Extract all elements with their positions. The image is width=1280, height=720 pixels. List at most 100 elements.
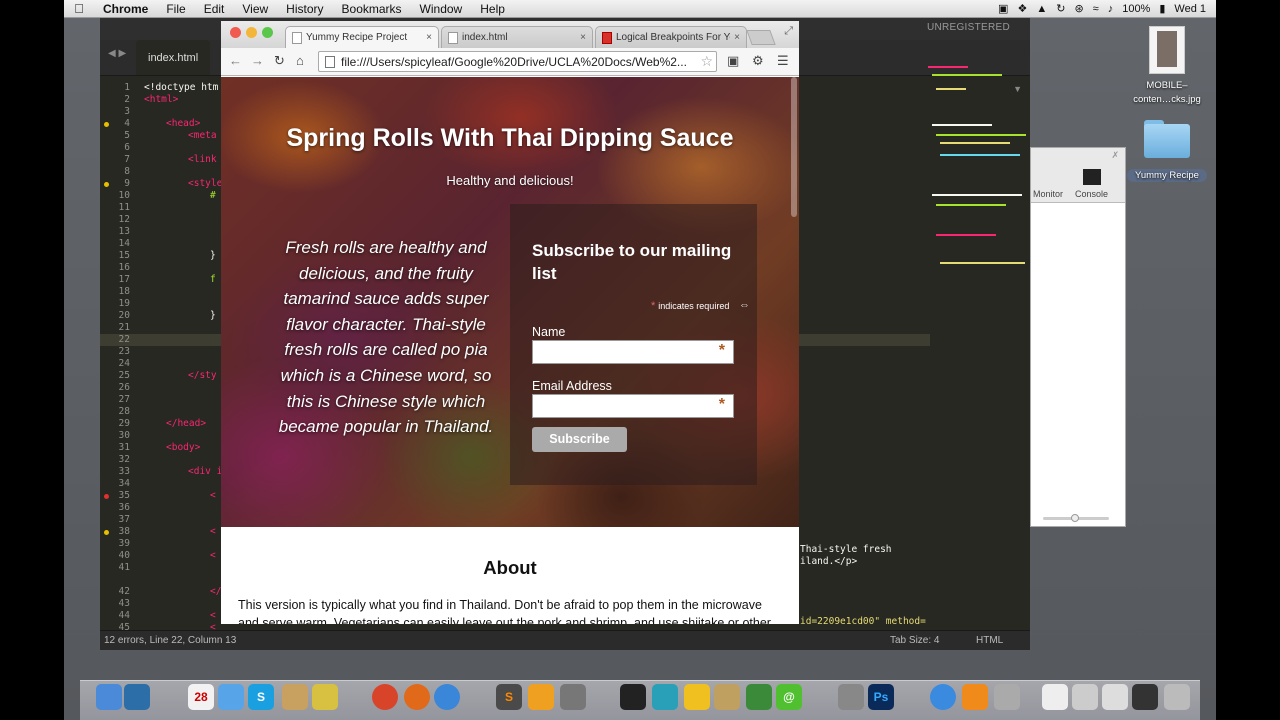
code-brace[interactable]: }	[210, 310, 216, 321]
screen-record-icon[interactable]: ▣	[998, 2, 1008, 15]
console-label[interactable]: Console	[1075, 189, 1108, 199]
screenshots-stack-icon[interactable]	[1132, 684, 1158, 710]
console-icon[interactable]	[1083, 169, 1101, 185]
wifi-icon[interactable]: ≈	[1093, 3, 1099, 15]
extension-icon[interactable]: ▣	[727, 53, 739, 69]
tab-close-icon[interactable]: ×	[734, 32, 740, 43]
page-scrollbar[interactable]	[791, 77, 797, 217]
sublime-text-icon[interactable]: S	[496, 684, 522, 710]
menu-file[interactable]: File	[157, 2, 194, 16]
sublime-tab-index[interactable]: index.html	[136, 40, 211, 75]
code-selector[interactable]: #	[210, 190, 216, 201]
code-style-close[interactable]: </sty	[188, 370, 217, 381]
code-right-fragment[interactable]: id=2209e1cd00" method=	[800, 616, 926, 627]
system-prefs-icon[interactable]	[994, 684, 1020, 710]
contacts-icon[interactable]	[282, 684, 308, 710]
panel-zoom-slider[interactable]	[1043, 514, 1109, 522]
downloads-stack-icon[interactable]	[1072, 684, 1098, 710]
code-right-fragment[interactable]: iland.</p>	[800, 556, 857, 567]
dropbox-icon[interactable]: ❖	[1017, 2, 1027, 15]
code-fragment[interactable]: f	[210, 274, 216, 285]
code-tag[interactable]: <	[210, 550, 216, 561]
folder-icon[interactable]	[1142, 118, 1192, 160]
tab-close-icon[interactable]: ×	[580, 32, 586, 43]
menu-app-name[interactable]: Chrome	[94, 2, 157, 16]
chrome-icon[interactable]	[372, 684, 398, 710]
slider-knob[interactable]	[1071, 514, 1079, 522]
safari-icon[interactable]	[434, 684, 460, 710]
file-label[interactable]: MOBILE–	[1127, 80, 1207, 91]
sequel-pro-icon[interactable]	[714, 684, 740, 710]
new-tab-button[interactable]	[746, 30, 776, 45]
name-input[interactable]: *	[532, 340, 734, 364]
code-doctype[interactable]: <!doctype htm	[144, 82, 218, 93]
time-machine-icon[interactable]: ↻	[1056, 2, 1065, 15]
tab-logical-breakpoints[interactable]: Logical Breakpoints For Yo ×	[595, 26, 747, 48]
document-stack-icon[interactable]	[1042, 684, 1068, 710]
itunes-icon[interactable]	[930, 684, 956, 710]
photoshop-icon[interactable]: Ps	[868, 684, 894, 710]
code-style[interactable]: <style	[188, 178, 222, 189]
mail-icon[interactable]: @	[776, 684, 802, 710]
keepassx-icon[interactable]	[746, 684, 772, 710]
file-label[interactable]: conten…cks.jpg	[1122, 94, 1212, 105]
tab-nav-arrows-icon[interactable]: ◀ ▶	[108, 48, 126, 59]
sourcetree-icon[interactable]	[652, 684, 678, 710]
menu-view[interactable]: View	[233, 2, 277, 16]
code-body-open[interactable]: <body>	[166, 442, 200, 453]
forward-icon[interactable]: →	[251, 53, 264, 68]
skype-icon[interactable]: S	[248, 684, 274, 710]
reload-icon[interactable]: ↻	[274, 53, 285, 69]
menu-edit[interactable]: Edit	[195, 2, 234, 16]
code-brace[interactable]: }	[210, 250, 216, 261]
address-bar[interactable]: file:///Users/spicyleaf/Google%20Drive/U…	[318, 51, 717, 72]
mission-control-icon[interactable]	[124, 684, 150, 710]
image-file-icon[interactable]	[1149, 26, 1185, 74]
drive-icon[interactable]: ▲	[1036, 3, 1047, 15]
firefox-icon[interactable]	[404, 684, 430, 710]
home-icon[interactable]: ⌂	[296, 53, 304, 68]
calendar-icon[interactable]: 28	[188, 684, 214, 710]
tab-close-icon[interactable]: ×	[426, 32, 432, 43]
notes-icon[interactable]	[312, 684, 338, 710]
menu-help[interactable]: Help	[471, 2, 514, 16]
menu-bookmarks[interactable]: Bookmarks	[333, 2, 411, 16]
code-div-open[interactable]: <div i	[188, 466, 222, 477]
monitor-label[interactable]: Monitor	[1033, 189, 1063, 199]
finder-icon[interactable]	[96, 684, 122, 710]
code-editor-icon[interactable]	[528, 684, 554, 710]
utility-icon[interactable]	[560, 684, 586, 710]
bluetooth-icon[interactable]: ⊛	[1074, 2, 1083, 15]
ibooks-icon[interactable]	[962, 684, 988, 710]
menu-hamburger-icon[interactable]: ☰	[777, 53, 789, 69]
trash-icon[interactable]	[1164, 684, 1190, 710]
folder-label[interactable]: Yummy Recipe	[1127, 169, 1207, 182]
volume-icon[interactable]: ♪	[1108, 3, 1114, 15]
minimize-window-icon[interactable]	[246, 27, 257, 38]
code-link[interactable]: <link	[188, 154, 217, 165]
tab-index-html[interactable]: index.html ×	[441, 26, 593, 48]
preview-icon[interactable]	[838, 684, 864, 710]
fullscreen-icon[interactable]: ⤢	[784, 25, 793, 38]
bookmark-star-icon[interactable]: ☆	[697, 53, 716, 70]
code-tag[interactable]: </	[210, 586, 221, 597]
code-minimap[interactable]	[920, 62, 1030, 302]
battery-icon[interactable]: ▮	[1159, 2, 1165, 15]
code-tag[interactable]: <	[210, 610, 216, 621]
close-window-icon[interactable]	[230, 27, 241, 38]
back-icon[interactable]: ←	[229, 53, 242, 68]
code-right-fragment[interactable]: Thai-style fresh	[800, 544, 892, 555]
code-meta[interactable]: <meta	[188, 130, 217, 141]
status-tab-size[interactable]: Tab Size: 4	[890, 635, 939, 646]
battery-percent[interactable]: 100%	[1122, 3, 1150, 15]
terminal-icon[interactable]	[620, 684, 646, 710]
menu-window[interactable]: Window	[411, 2, 472, 16]
subscribe-button[interactable]: Subscribe	[532, 427, 627, 452]
menu-clock[interactable]: Wed 1	[1174, 3, 1206, 15]
zoom-window-icon[interactable]	[262, 27, 273, 38]
panel-close-icon[interactable]: ✗	[1111, 150, 1119, 161]
code-tag[interactable]: <	[210, 490, 216, 501]
apple-menu-icon[interactable]: 	[64, 1, 94, 16]
tab-yummy-recipe[interactable]: Yummy Recipe Project ×	[285, 26, 439, 48]
settings-gear-icon[interactable]: ⚙	[752, 53, 764, 69]
